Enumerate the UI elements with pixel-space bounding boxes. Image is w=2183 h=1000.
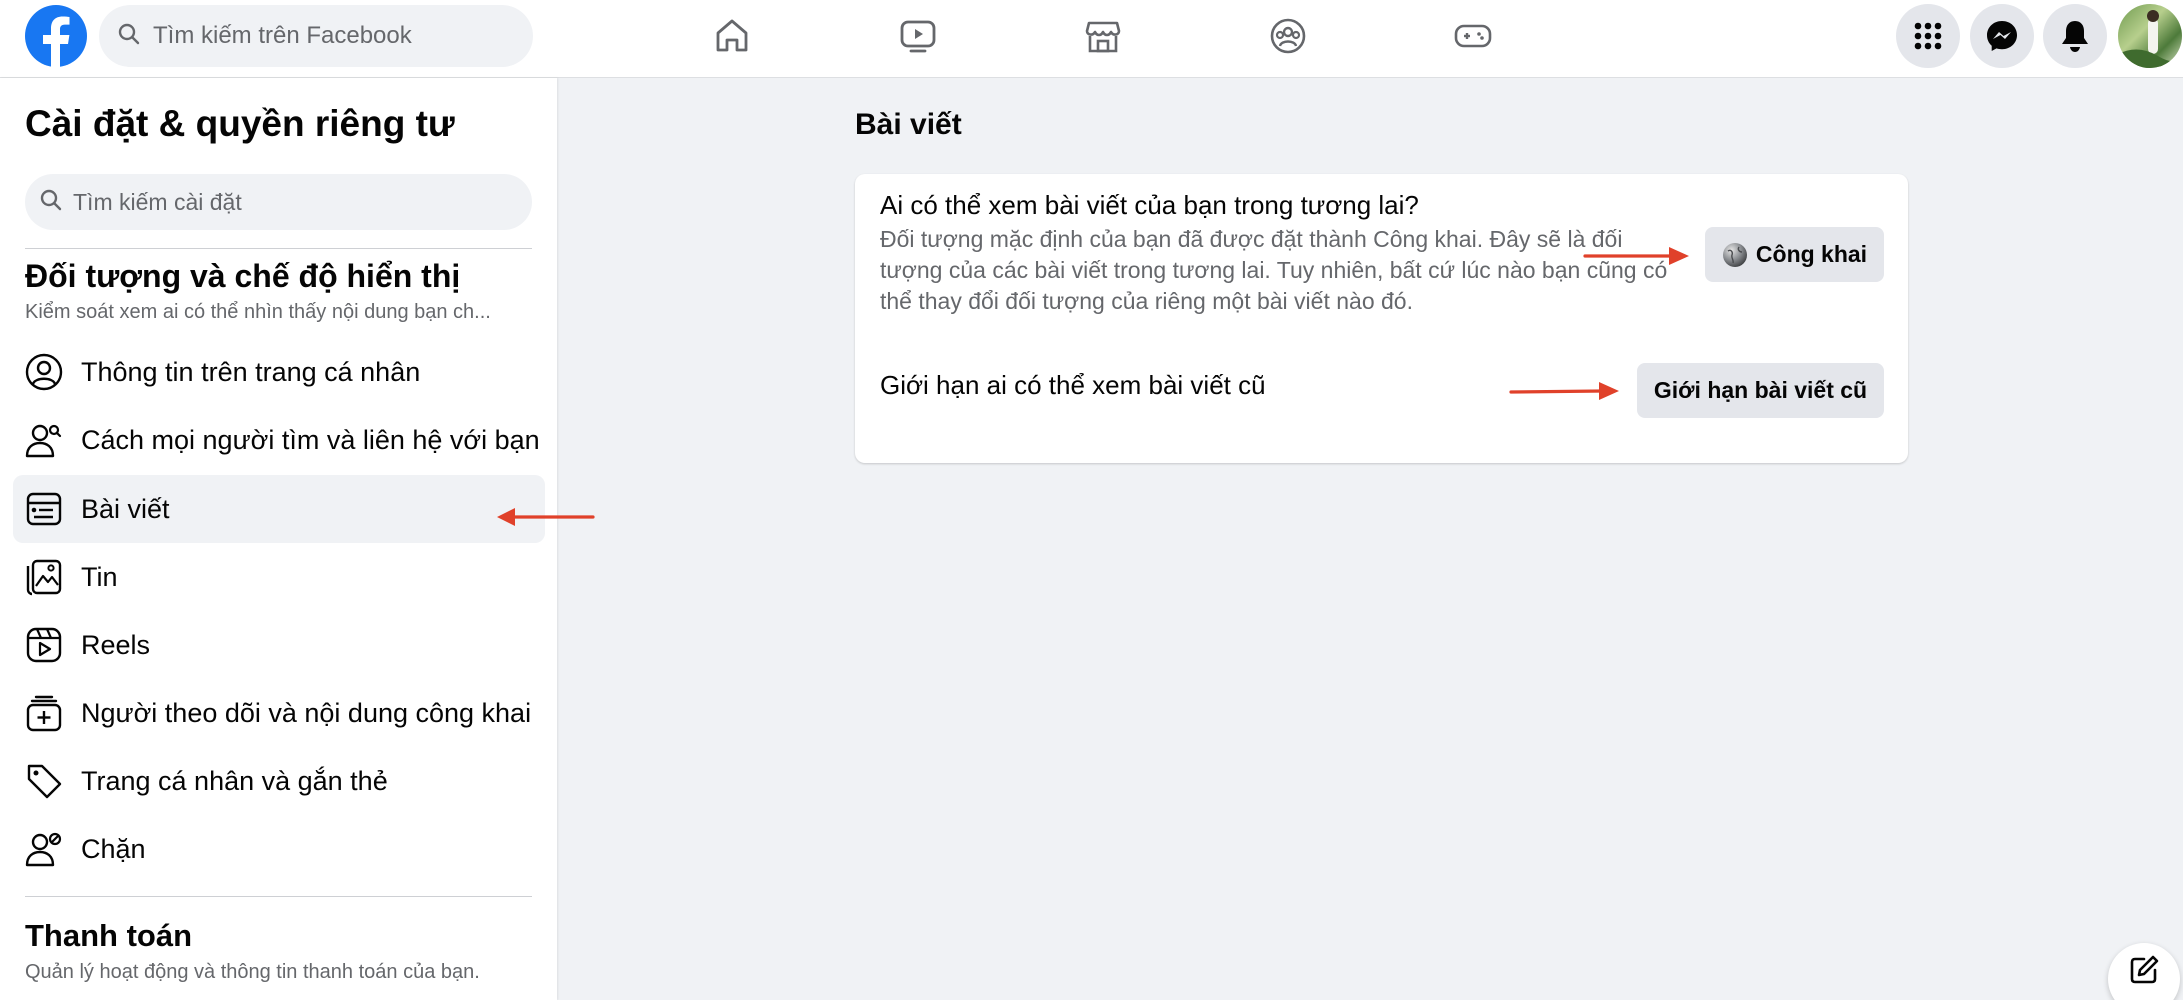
home-icon[interactable] bbox=[708, 12, 756, 60]
sidebar-item-label: Người theo dõi và nội dung công khai bbox=[81, 697, 532, 728]
divider bbox=[25, 248, 532, 249]
search-icon bbox=[117, 22, 141, 51]
limit-past-posts-label: Giới hạn ai có thể xem bài viết cũ bbox=[880, 370, 1266, 400]
search-icon bbox=[39, 188, 63, 217]
sidebar-item-blocking[interactable]: Chặn bbox=[13, 815, 545, 883]
sidebar-item-find-contact[interactable]: Cách mọi người tìm và liên hệ với bạn bbox=[13, 406, 545, 474]
divider bbox=[25, 896, 532, 897]
video-icon[interactable] bbox=[894, 12, 942, 60]
annotation-arrow-right bbox=[1583, 247, 1689, 265]
sidebar-item-label: Chặn bbox=[81, 833, 146, 864]
block-icon bbox=[25, 830, 63, 868]
notifications-icon[interactable] bbox=[2043, 4, 2107, 68]
gaming-icon[interactable] bbox=[1449, 12, 1497, 60]
sidebar-item-label: Tin bbox=[81, 561, 118, 592]
sidebar-item-followers[interactable]: Người theo dõi và nội dung công khai bbox=[13, 679, 545, 747]
future-posts-question: Ai có thể xem bài viết của bạn trong tươ… bbox=[880, 190, 1419, 220]
section-title-audience: Đối tượng và chế độ hiển thị bbox=[25, 258, 461, 294]
section-title-payments: Thanh toán bbox=[25, 918, 193, 953]
settings-sidebar: Cài đặt & quyền riêng tư Tìm kiếm cài đặ… bbox=[0, 78, 557, 1000]
sidebar-item-reels[interactable]: Reels bbox=[13, 611, 545, 679]
facebook-search-bar[interactable]: Tìm kiếm trên Facebook bbox=[99, 5, 533, 67]
posts-icon bbox=[25, 490, 63, 528]
new-message-button[interactable] bbox=[2108, 943, 2180, 1000]
groups-icon[interactable] bbox=[1264, 12, 1312, 60]
audience-public-button[interactable]: Công khai bbox=[1705, 227, 1884, 282]
sidebar-title: Cài đặt & quyền riêng tư bbox=[25, 103, 455, 144]
facebook-logo[interactable] bbox=[25, 5, 87, 67]
sidebar-item-label: Trang cá nhân và gắn thẻ bbox=[81, 765, 388, 796]
people-search-icon bbox=[25, 421, 63, 459]
sidebar-item-label: Reels bbox=[81, 629, 151, 660]
section-subtitle-payments: Quản lý hoạt động và thông tin thanh toá… bbox=[25, 961, 480, 983]
settings-search-input[interactable]: Tìm kiếm cài đặt bbox=[25, 174, 532, 230]
marketplace-icon[interactable] bbox=[1079, 12, 1127, 60]
menu-grid-icon[interactable] bbox=[1896, 4, 1960, 68]
audience-public-label: Công khai bbox=[1755, 241, 1868, 267]
annotation-arrow-left bbox=[497, 508, 595, 526]
stories-icon bbox=[25, 558, 63, 596]
profile-icon bbox=[25, 353, 63, 391]
sidebar-item-stories[interactable]: Tin bbox=[13, 543, 545, 611]
sidebar-item-profile-info[interactable]: Thông tin trên trang cá nhân bbox=[13, 338, 545, 406]
sidebar-item-profile-tagging[interactable]: Trang cá nhân và gắn thẻ bbox=[13, 747, 545, 815]
limit-past-posts-button-label: Giới hạn bài viết cũ bbox=[1653, 377, 1868, 403]
compose-icon bbox=[2128, 954, 2160, 986]
avatar[interactable] bbox=[2118, 4, 2182, 68]
sidebar-item-label: Cách mọi người tìm và liên hệ với bạn bbox=[81, 424, 540, 455]
search-placeholder: Tìm kiếm trên Facebook bbox=[153, 22, 412, 49]
reels-icon bbox=[25, 626, 63, 664]
top-navigation-bar: Tìm kiếm trên Facebook bbox=[0, 0, 2183, 78]
page-title: Bài viết bbox=[855, 108, 962, 141]
globe-icon bbox=[1722, 242, 1748, 268]
settings-search-placeholder: Tìm kiếm cài đặt bbox=[73, 188, 242, 215]
annotation-arrow-right bbox=[1509, 382, 1619, 400]
sidebar-item-label: Thông tin trên trang cá nhân bbox=[81, 356, 421, 387]
followers-icon bbox=[25, 694, 63, 732]
future-posts-description: Đối tượng mặc định của bạn đã được đặt t… bbox=[880, 226, 1668, 314]
section-subtitle-audience: Kiểm soát xem ai có thể nhìn thấy nội du… bbox=[25, 301, 491, 323]
messenger-icon[interactable] bbox=[1970, 4, 2034, 68]
limit-past-posts-button[interactable]: Giới hạn bài viết cũ bbox=[1637, 363, 1884, 418]
sidebar-item-label: Bài viết bbox=[81, 493, 170, 524]
tag-icon bbox=[25, 762, 63, 800]
sidebar-item-posts[interactable]: Bài viết bbox=[13, 475, 545, 543]
posts-settings-card: Ai có thể xem bài viết của bạn trong tươ… bbox=[855, 174, 1908, 463]
